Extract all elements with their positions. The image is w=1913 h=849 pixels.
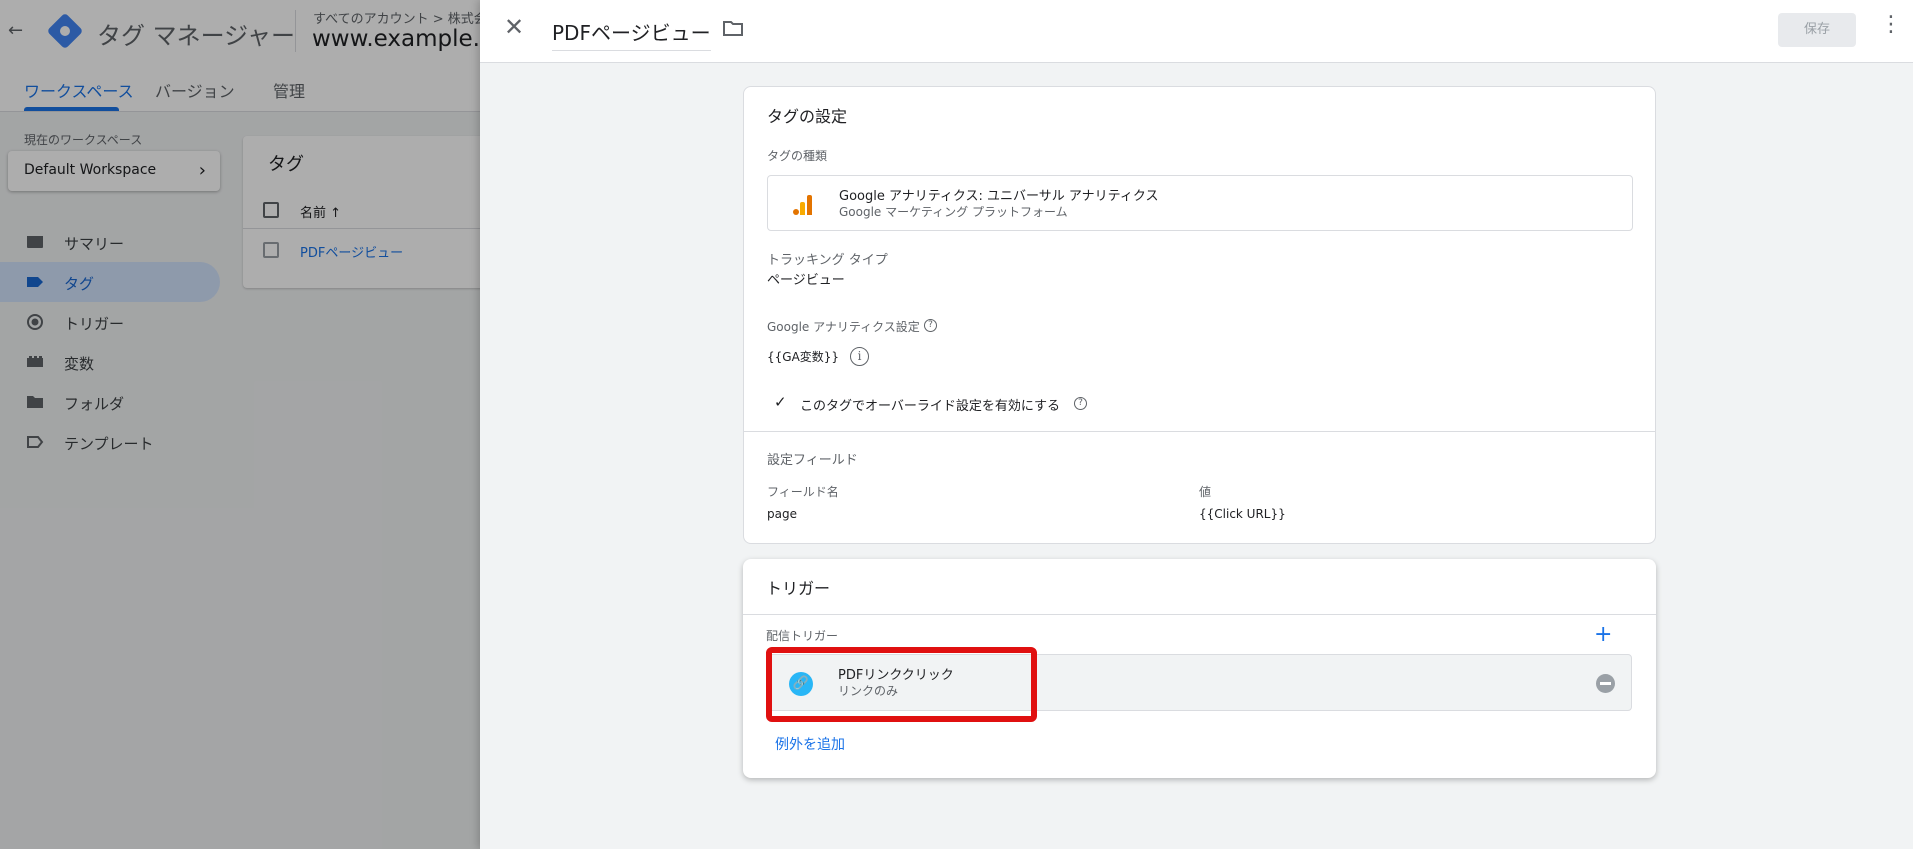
fields-section-label: 設定フィールド	[767, 453, 858, 468]
triggering-title: トリガー	[766, 579, 831, 598]
tag-editor-panel: ✕ PDFページビュー 保存 ⋮ タグの設定 タグの種類 Google アナリテ…	[480, 0, 1913, 849]
ga-settings-value: {{GA変数}}	[767, 350, 840, 364]
tag-type-provider: Google マーケティング プラットフォーム	[839, 205, 1068, 219]
google-analytics-icon	[792, 195, 812, 215]
add-icon[interactable]: +	[1594, 624, 1612, 646]
add-exception-link[interactable]: 例外を追加	[775, 734, 845, 754]
folder-icon[interactable]	[723, 20, 743, 36]
panel-header: ✕ PDFページビュー 保存 ⋮	[480, 0, 1913, 63]
tag-type-box[interactable]: Google アナリティクス: ユニバーサル アナリティクス Google マー…	[767, 175, 1633, 231]
section-divider	[743, 614, 1656, 615]
tag-type-name: Google アナリティクス: ユニバーサル アナリティクス	[839, 189, 1159, 204]
tag-configuration-card[interactable]: タグの設定 タグの種類 Google アナリティクス: ユニバーサル アナリティ…	[743, 86, 1656, 544]
modal-scrim[interactable]	[0, 0, 480, 849]
save-button[interactable]: 保存	[1778, 13, 1856, 47]
firing-triggers-label: 配信トリガー	[766, 629, 839, 643]
section-divider	[744, 431, 1655, 432]
remove-circle-icon[interactable]	[1596, 674, 1615, 693]
tracking-type-label: トラッキング タイプ	[767, 253, 888, 268]
check-icon[interactable]: ✓	[774, 393, 787, 411]
tracking-type-value: ページビュー	[767, 273, 845, 288]
help-icon[interactable]: ?	[1074, 397, 1087, 410]
help-icon[interactable]: ?	[924, 319, 937, 332]
close-icon[interactable]: ✕	[504, 15, 524, 39]
info-icon[interactable]: i	[850, 347, 869, 366]
field-value-header: 値	[1199, 485, 1212, 499]
annotation-highlight	[766, 647, 1037, 722]
field-name-value: page	[767, 507, 797, 521]
field-name-header: フィールド名	[767, 485, 839, 499]
ga-settings-label: Google アナリティクス設定	[767, 320, 920, 334]
field-value-value: {{Click URL}}	[1199, 507, 1286, 521]
tag-name-input[interactable]: PDFページビュー	[552, 17, 711, 51]
tag-type-label: タグの種類	[767, 149, 828, 163]
tag-config-title: タグの設定	[767, 107, 848, 126]
override-settings-label: このタグでオーバーライド設定を有効にする	[800, 399, 1061, 414]
more-vert-icon[interactable]: ⋮	[1880, 14, 1902, 36]
